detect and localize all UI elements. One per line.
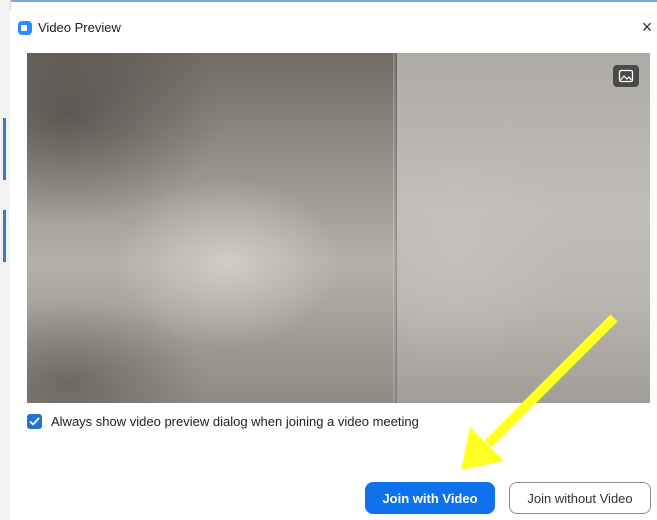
camera-feed-left-wall <box>27 53 397 403</box>
video-preview-dialog: Video Preview × Always show video previe… <box>10 10 657 520</box>
image-icon <box>618 69 634 83</box>
close-button[interactable]: × <box>638 16 656 38</box>
camera-feed-right-wall <box>397 53 650 403</box>
zoom-app-icon <box>18 21 32 35</box>
always-show-preview-label: Always show video preview dialog when jo… <box>51 414 419 429</box>
background-window-accent <box>3 118 6 180</box>
virtual-background-button[interactable] <box>613 65 639 87</box>
join-without-video-button[interactable]: Join without Video <box>509 482 651 514</box>
camera-feed-corner <box>393 53 397 403</box>
join-with-video-button[interactable]: Join with Video <box>365 482 495 514</box>
checkmark-icon <box>29 417 40 426</box>
title-bar: Video Preview × <box>10 10 657 46</box>
video-preview <box>27 53 650 403</box>
window-title: Video Preview <box>38 20 121 35</box>
screen-top-edge <box>0 0 657 2</box>
background-window-accent <box>3 210 6 262</box>
always-show-preview-checkbox[interactable] <box>27 414 42 429</box>
